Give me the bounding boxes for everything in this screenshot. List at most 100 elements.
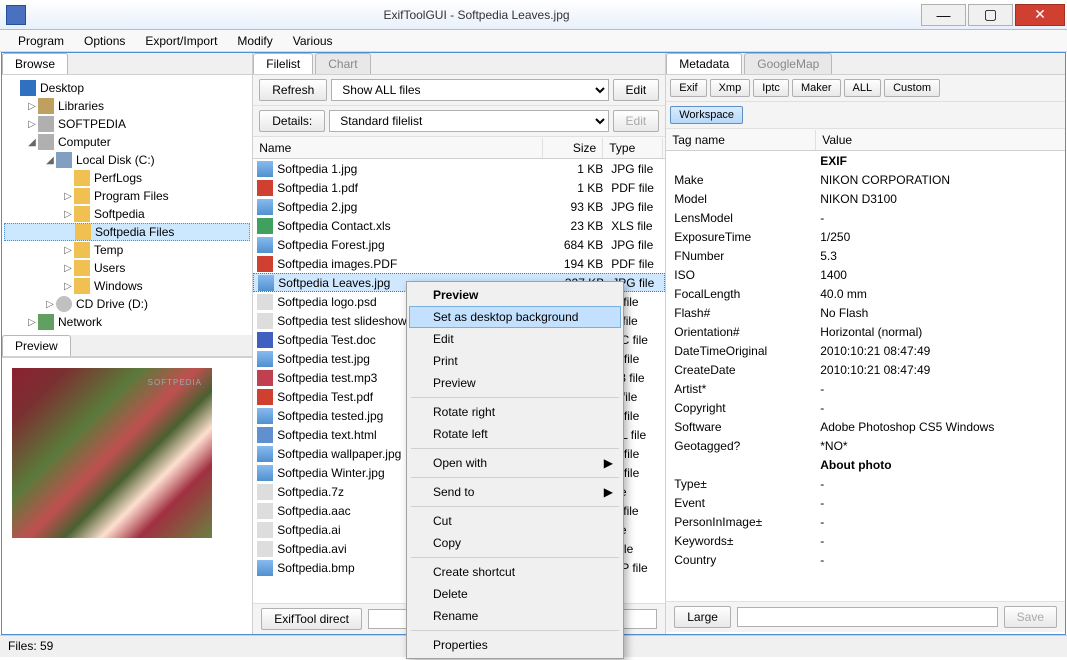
meta-row[interactable]: Keywords±-: [666, 531, 1065, 550]
tree-node[interactable]: ◢Computer: [4, 133, 250, 151]
meta-row[interactable]: About photo: [666, 455, 1065, 474]
meta-row[interactable]: FocalLength40.0 mm: [666, 284, 1065, 303]
refresh-button[interactable]: Refresh: [259, 79, 327, 101]
meta-row[interactable]: ISO1400: [666, 265, 1065, 284]
tree-node[interactable]: ▷Program Files: [4, 187, 250, 205]
meta-row[interactable]: Artist*-: [666, 379, 1065, 398]
tree-node[interactable]: ▷Windows: [4, 277, 250, 295]
ctx-preview[interactable]: Preview: [409, 284, 621, 306]
file-row[interactable]: Softpedia 1.jpg1 KBJPG file: [253, 159, 665, 178]
tab-filelist[interactable]: Filelist: [253, 53, 313, 74]
edit-filter-button[interactable]: Edit: [613, 79, 660, 101]
meta-row[interactable]: Type±-: [666, 474, 1065, 493]
expand-icon[interactable]: ▷: [26, 119, 38, 130]
menu-options[interactable]: Options: [74, 32, 135, 50]
ctx-delete[interactable]: Delete: [409, 583, 621, 605]
ctx-preview[interactable]: Preview: [409, 372, 621, 394]
filelist-header[interactable]: Name Size Type: [253, 137, 665, 159]
meta-iptc-button[interactable]: Iptc: [753, 79, 789, 97]
ctx-print[interactable]: Print: [409, 350, 621, 372]
menu-program[interactable]: Program: [8, 32, 74, 50]
tab-chart[interactable]: Chart: [315, 53, 370, 74]
ctx-cut[interactable]: Cut: [409, 510, 621, 532]
tree-node[interactable]: PerfLogs: [4, 169, 250, 187]
tree-node[interactable]: ▷CD Drive (D:): [4, 295, 250, 313]
ctx-copy[interactable]: Copy: [409, 532, 621, 554]
col-type[interactable]: Type: [603, 138, 663, 158]
menu-modify[interactable]: Modify: [227, 32, 282, 50]
col-size[interactable]: Size: [543, 138, 603, 158]
file-row[interactable]: Softpedia 2.jpg93 KBJPG file: [253, 197, 665, 216]
ctx-rotate-left[interactable]: Rotate left: [409, 423, 621, 445]
expand-icon[interactable]: ▷: [62, 263, 74, 274]
details-button[interactable]: Details:: [259, 110, 325, 132]
meta-row[interactable]: Flash#No Flash: [666, 303, 1065, 322]
meta-xmp-button[interactable]: Xmp: [710, 79, 751, 97]
filter-select[interactable]: Show ALL files: [331, 79, 608, 101]
menu-export/import[interactable]: Export/Import: [135, 32, 227, 50]
close-button[interactable]: ✕: [1015, 4, 1065, 26]
file-row[interactable]: Softpedia Forest.jpg684 KBJPG file: [253, 235, 665, 254]
tree-node[interactable]: ▷Softpedia: [4, 205, 250, 223]
folder-tree[interactable]: Desktop▷Libraries▷SOFTPEDIA◢Computer◢Loc…: [2, 75, 252, 335]
tab-browse[interactable]: Browse: [2, 53, 68, 74]
ctx-properties[interactable]: Properties: [409, 634, 621, 656]
tree-node[interactable]: ▷Users: [4, 259, 250, 277]
expand-icon[interactable]: ▷: [62, 281, 74, 292]
meta-row[interactable]: EXIF: [666, 151, 1065, 170]
tree-node[interactable]: Softpedia Files: [4, 223, 250, 241]
meta-row[interactable]: MakeNIKON CORPORATION: [666, 170, 1065, 189]
col-tagname[interactable]: Tag name: [666, 130, 816, 150]
ctx-send-to[interactable]: Send to▶: [409, 481, 621, 503]
meta-row[interactable]: FNumber5.3: [666, 246, 1065, 265]
view-select[interactable]: Standard filelist: [329, 110, 608, 132]
col-value[interactable]: Value: [816, 130, 1065, 150]
file-row[interactable]: Softpedia Contact.xls23 KBXLS file: [253, 216, 665, 235]
meta-row[interactable]: Copyright-: [666, 398, 1065, 417]
meta-exif-button[interactable]: Exif: [670, 79, 706, 97]
meta-all-button[interactable]: ALL: [844, 79, 882, 97]
expand-icon[interactable]: ▷: [62, 245, 74, 256]
tree-node[interactable]: Desktop: [4, 79, 250, 97]
expand-icon[interactable]: ▷: [26, 317, 38, 328]
expand-icon[interactable]: ▷: [26, 101, 38, 112]
ctx-rename[interactable]: Rename: [409, 605, 621, 627]
menu-various[interactable]: Various: [283, 32, 343, 50]
tree-node[interactable]: ▷Temp: [4, 241, 250, 259]
meta-row[interactable]: LensModel-: [666, 208, 1065, 227]
tree-node[interactable]: ▷Network: [4, 313, 250, 331]
meta-row[interactable]: CreateDate2010:10:21 08:47:49: [666, 360, 1065, 379]
ctx-create-shortcut[interactable]: Create shortcut: [409, 561, 621, 583]
tree-node[interactable]: ▷Libraries: [4, 97, 250, 115]
minimize-button[interactable]: —: [921, 4, 966, 26]
expand-icon[interactable]: ▷: [62, 191, 74, 202]
meta-row[interactable]: ExposureTime1/250: [666, 227, 1065, 246]
meta-row[interactable]: DateTimeOriginal2010:10:21 08:47:49: [666, 341, 1065, 360]
expand-icon[interactable]: ◢: [26, 137, 38, 148]
file-row[interactable]: Softpedia images.PDF194 KBPDF file: [253, 254, 665, 273]
maximize-button[interactable]: ▢: [968, 4, 1013, 26]
ctx-edit[interactable]: Edit: [409, 328, 621, 350]
ctx-rotate-right[interactable]: Rotate right: [409, 401, 621, 423]
meta-row[interactable]: ModelNIKON D3100: [666, 189, 1065, 208]
tab-metadata[interactable]: Metadata: [666, 53, 742, 74]
exiftool-direct-button[interactable]: ExifTool direct: [261, 608, 362, 630]
tree-node[interactable]: ◢Local Disk (C:): [4, 151, 250, 169]
expand-icon[interactable]: ▷: [62, 209, 74, 220]
ctx-open-with[interactable]: Open with▶: [409, 452, 621, 474]
expand-icon[interactable]: ◢: [44, 155, 56, 166]
meta-row[interactable]: Geotagged?*NO*: [666, 436, 1065, 455]
col-name[interactable]: Name: [253, 138, 543, 158]
large-button[interactable]: Large: [674, 606, 731, 628]
value-edit-input[interactable]: [737, 607, 998, 627]
meta-row[interactable]: Orientation#Horizontal (normal): [666, 322, 1065, 341]
meta-row[interactable]: Event-: [666, 493, 1065, 512]
file-row[interactable]: Softpedia 1.pdf1 KBPDF file: [253, 178, 665, 197]
ctx-set-as-desktop-background[interactable]: Set as desktop background: [409, 306, 621, 328]
meta-maker-button[interactable]: Maker: [792, 79, 841, 97]
expand-icon[interactable]: ▷: [44, 299, 56, 310]
meta-row[interactable]: SoftwareAdobe Photoshop CS5 Windows: [666, 417, 1065, 436]
tab-preview[interactable]: Preview: [2, 335, 71, 356]
workspace-button[interactable]: Workspace: [670, 106, 743, 124]
tree-node[interactable]: ▷SOFTPEDIA: [4, 115, 250, 133]
